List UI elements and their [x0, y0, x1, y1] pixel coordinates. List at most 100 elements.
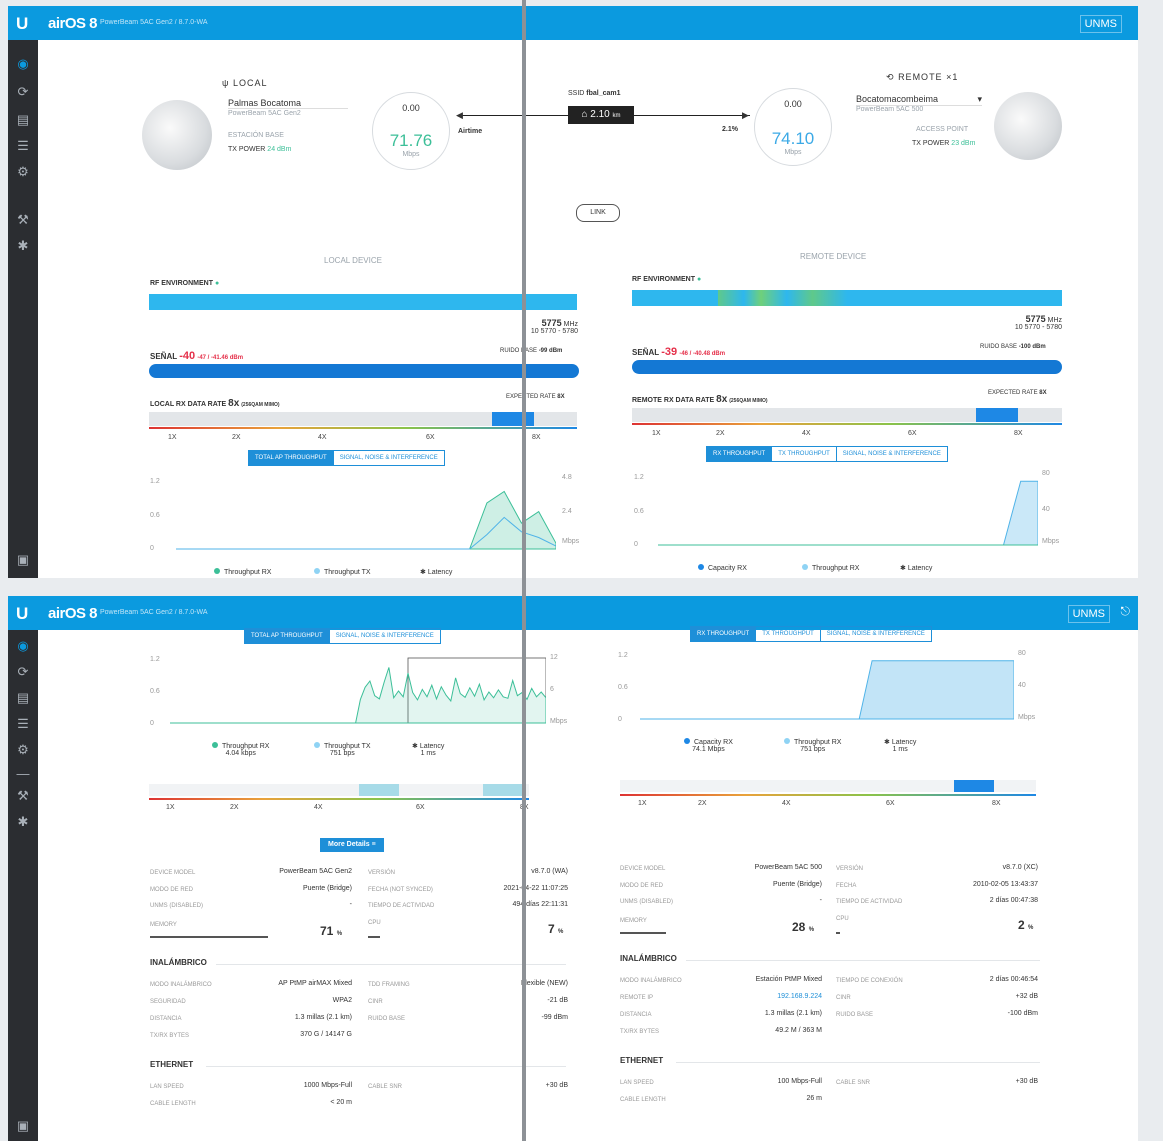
- legend-capacity-rx: Capacity RX: [698, 564, 747, 572]
- tab-tx-throughput[interactable]: TX THROUGHPUT: [756, 627, 821, 641]
- throughput-rx-series: [176, 490, 556, 550]
- axis-tick: 40: [1018, 682, 1026, 689]
- cpu-bar: [368, 936, 380, 938]
- memory-label: MEMORY: [620, 918, 647, 924]
- divider: [676, 1062, 1040, 1063]
- axis-tick: 0.6: [150, 512, 160, 519]
- local-rate-track: [149, 412, 577, 426]
- noise-floor-label: RUIDO BASE: [368, 1016, 406, 1022]
- axis-tick: 40: [1042, 506, 1050, 513]
- settings-icon[interactable]: ✱: [15, 814, 31, 830]
- legend-throughput-rx: Throughput RX 4.04 kbps: [212, 742, 269, 757]
- remote-device-select[interactable]: Bocatomacombeima ▾: [856, 94, 982, 106]
- dashboard-icon[interactable]: ◉: [15, 638, 31, 654]
- connection-time-label: TIEMPO DE CONEXIÓN: [836, 978, 903, 984]
- remote-ip-link[interactable]: 192.168.9.224: [698, 993, 822, 1000]
- tab-rx-throughput[interactable]: RX THROUGHPUT: [691, 627, 757, 641]
- remote-capacity-value: 74.10: [771, 129, 815, 148]
- axis-tick: 1.2: [150, 478, 160, 485]
- remote-rate-tick: 6X: [886, 800, 895, 807]
- tools-icon[interactable]: ⚒: [15, 212, 31, 228]
- security-label: SEGURIDAD: [150, 999, 186, 1005]
- axis-tick: 12: [550, 654, 558, 661]
- tab-tx-throughput[interactable]: TX THROUGHPUT: [772, 447, 837, 461]
- system-icon[interactable]: —: [15, 766, 31, 782]
- terminal-icon[interactable]: ▣: [15, 552, 31, 568]
- ubiquiti-logo[interactable]: U: [16, 604, 28, 624]
- remote-model-line: PowerBeam 5AC 500: [856, 106, 924, 113]
- capacity-rx-series: [658, 480, 1038, 546]
- ubiquiti-logo[interactable]: U: [16, 14, 28, 34]
- txrx-bytes-value: 370 G / 14147 G: [300, 1031, 352, 1038]
- local-device-name[interactable]: Palmas Bocatoma: [228, 98, 348, 109]
- tab-total-ap-throughput[interactable]: TOTAL AP THROUGHPUT: [249, 451, 334, 465]
- local-throughput-chart: [170, 657, 546, 724]
- device-model-value: PowerBeam 5AC Gen2: [279, 868, 352, 875]
- cpu-value: 7 %: [548, 922, 564, 936]
- refresh-icon[interactable]: ⟳: [15, 84, 31, 100]
- tab-signal-noise[interactable]: SIGNAL, NOISE & INTERFERENCE: [330, 629, 440, 643]
- more-details-button[interactable]: More Details ≡: [320, 838, 384, 852]
- local-rf-spectrum[interactable]: [149, 294, 577, 310]
- tab-signal-noise[interactable]: SIGNAL, NOISE & INTERFERENCE: [334, 451, 444, 465]
- tab-signal-noise[interactable]: SIGNAL, NOISE & INTERFERENCE: [837, 447, 947, 461]
- wireless-mode-label: MODO INALÁMBRICO: [620, 978, 682, 984]
- remote-rate-tick: 2X: [716, 430, 725, 437]
- device-model-label: DEVICE MODEL: [620, 866, 666, 872]
- dashboard-icon[interactable]: ◉: [15, 56, 31, 72]
- legend-latency: ✱ Latency: [900, 565, 933, 572]
- uptime-label: TIEMPO DE ACTIVIDAD: [836, 899, 903, 905]
- terminal-icon[interactable]: ▣: [15, 1118, 31, 1134]
- remote-rx-rate: REMOTE RX DATA RATE 8x (256QAM MIMO): [632, 394, 768, 405]
- network-icon[interactable]: ☰: [15, 716, 31, 732]
- unms-status-label: UNMS (DISABLED): [620, 899, 674, 905]
- antenna-icon: ψ: [222, 78, 230, 88]
- network-icon[interactable]: ☰: [15, 138, 31, 154]
- cable-snr-value: +30 dB: [1015, 1078, 1038, 1085]
- remote-rf-spectrum[interactable]: [632, 290, 1062, 306]
- version-value: v8.7.0 (XC): [1002, 864, 1038, 871]
- tab-total-ap-throughput[interactable]: TOTAL AP THROUGHPUT: [245, 629, 330, 643]
- unms-status-value: -: [349, 901, 352, 908]
- version-label: VERSIÓN: [836, 866, 864, 872]
- unms-button[interactable]: UNMS: [1079, 15, 1122, 33]
- device-subtitle: PowerBeam 5AC Gen2 / 8.7.0-WA: [100, 19, 208, 26]
- services-icon[interactable]: ⚙: [15, 164, 31, 180]
- top-bar: U airOS 8 PowerBeam 5AC Gen2 / 8.7.0-WA …: [8, 6, 1138, 40]
- tab-signal-noise[interactable]: SIGNAL, NOISE & INTERFERENCE: [821, 627, 931, 641]
- wireless-icon[interactable]: ▤: [15, 112, 31, 128]
- unms-status-value: -: [819, 897, 822, 904]
- tab-rx-throughput[interactable]: RX THROUGHPUT: [707, 447, 773, 461]
- local-chart-tabs: TOTAL AP THROUGHPUT SIGNAL, NOISE & INTE…: [244, 628, 441, 644]
- link-arrow-left-icon: ◀: [456, 110, 463, 120]
- axis-tick: Mbps: [562, 538, 580, 545]
- local-rate-tick: 2X: [230, 804, 239, 811]
- settings-icon[interactable]: ✱: [15, 238, 31, 254]
- tools-icon[interactable]: ⚒: [15, 788, 31, 804]
- local-title: ψ LOCAL: [222, 78, 267, 88]
- logout-icon[interactable]: ⎋: [1121, 604, 1131, 619]
- chevron-down-icon: ▾: [977, 94, 982, 104]
- refresh-icon[interactable]: ⟳: [15, 664, 31, 680]
- remote-rate-tick: 4X: [782, 800, 791, 807]
- axis-tick: 80: [1018, 650, 1026, 657]
- axis-tick: Mbps: [1042, 538, 1060, 545]
- local-rate-gradient: [149, 427, 577, 429]
- link-tab[interactable]: LINK: [576, 204, 620, 222]
- cinr-value: -21 dB: [547, 997, 568, 1004]
- services-icon[interactable]: ⚙: [15, 742, 31, 758]
- unms-button[interactable]: UNMS: [1067, 605, 1110, 623]
- network-mode-label: MODO DE RED: [150, 887, 194, 893]
- distance-value: 1.3 millas (2.1 km): [764, 1010, 822, 1017]
- axis-tick: 1.2: [634, 474, 644, 481]
- cable-snr-value: +30 dB: [545, 1082, 568, 1089]
- local-signal-bar: [149, 364, 579, 378]
- remote-device-section-title: REMOTE DEVICE: [800, 252, 867, 261]
- wireless-icon[interactable]: ▤: [15, 690, 31, 706]
- screen-split-divider: [522, 0, 526, 1141]
- legend-latency: ✱ Latency 1 ms: [884, 739, 917, 753]
- memory-bar: [620, 932, 666, 934]
- remote-title: ⟲ REMOTE ×1: [886, 72, 959, 82]
- ethernet-section-title: ETHERNET: [620, 1056, 664, 1065]
- legend-throughput-rx: Throughput RX: [214, 568, 271, 576]
